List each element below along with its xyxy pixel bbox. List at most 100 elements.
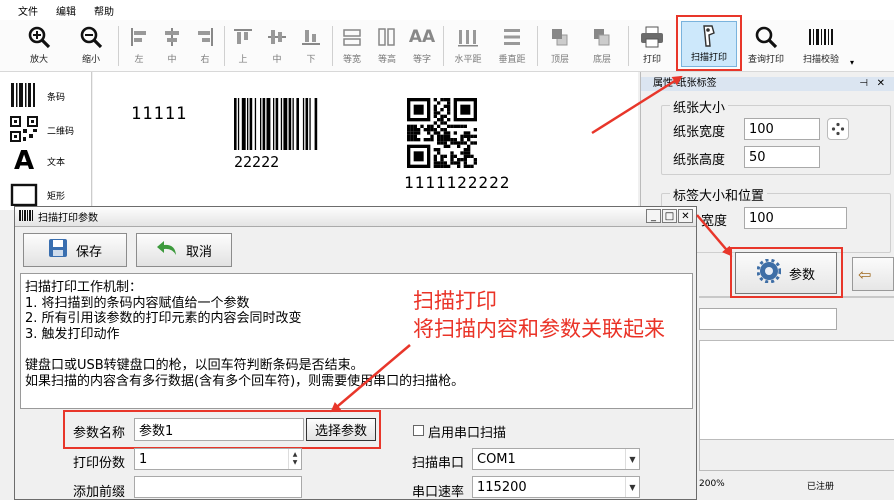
serial-port-select[interactable]: COM1 ▼ <box>472 448 640 470</box>
maximize-icon[interactable]: □ <box>662 209 677 223</box>
barcode-text: 22222 <box>234 153 280 171</box>
zoom-out-icon <box>79 22 103 52</box>
close-icon[interactable]: ✕ <box>877 77 885 91</box>
prefix-input[interactable] <box>134 476 302 498</box>
align-middle-button[interactable]: 中 <box>262 22 292 68</box>
canvas-qrcode-element[interactable] <box>407 98 477 171</box>
zoom-in-button[interactable]: 放大 <box>20 22 58 68</box>
equal-height-button[interactable]: 等高 <box>371 22 403 68</box>
toolbar-label: 中 <box>272 55 282 65</box>
align-center-button[interactable]: 中 <box>157 22 187 68</box>
annotation-title: 扫描打印 <box>413 289 497 313</box>
align-left-button[interactable]: 左 <box>124 22 154 68</box>
query-print-button[interactable]: 查询打印 <box>744 22 788 68</box>
barcode-verify-icon <box>808 22 834 52</box>
minimize-icon[interactable]: _ <box>646 209 661 223</box>
align-right-button[interactable]: 右 <box>190 22 220 68</box>
toolbar-separator <box>537 26 538 66</box>
annotation-subtitle: 将扫描内容和参数关联起来 <box>413 317 665 341</box>
menu-help[interactable]: 帮助 <box>94 3 114 18</box>
palette-text[interactable]: A 文本 <box>10 148 65 174</box>
toolbar-label: 上 <box>238 55 248 65</box>
bring-to-front-button[interactable]: 顶层 <box>542 22 578 68</box>
equal-font-button[interactable]: AA 等字 <box>406 22 438 68</box>
palette-barcode[interactable]: 条码 <box>10 82 65 111</box>
menu-file[interactable]: 文件 <box>18 3 38 18</box>
palette-rectangle[interactable]: 矩形 <box>10 182 65 209</box>
zoom-out-button[interactable]: 缩小 <box>72 22 110 68</box>
panel-field[interactable] <box>699 308 837 330</box>
scan-verify-button[interactable]: 扫描校验 <box>797 22 845 68</box>
move-icon[interactable] <box>827 118 849 140</box>
scan-print-highlight <box>676 15 742 71</box>
equal-width-button[interactable]: 等宽 <box>336 22 368 68</box>
exit-icon: ⇦ <box>858 264 872 284</box>
toolbar-label: 打印 <box>642 55 661 65</box>
barcode-icon <box>19 209 33 224</box>
vertical-spacing-button[interactable]: 垂直距 <box>492 22 532 68</box>
toolbar-separator <box>443 26 444 66</box>
status-bar: 200% 已注册 <box>699 470 894 500</box>
close-icon[interactable]: ✕ <box>678 209 693 223</box>
horizontal-spacing-icon <box>457 22 479 52</box>
toolbar-label: 顶层 <box>550 55 569 65</box>
toolbar-label: 放大 <box>29 55 48 65</box>
paper-height-input[interactable]: 50 <box>744 146 820 168</box>
barcode-icon <box>10 82 38 111</box>
serial-scan-label: 启用串口扫描 <box>428 426 507 441</box>
qrcode-icon <box>10 116 38 145</box>
panel-list[interactable] <box>699 340 894 440</box>
align-top-icon <box>233 22 253 52</box>
qrcode-graphic <box>407 98 477 168</box>
serial-port-value: COM1 <box>477 451 516 467</box>
save-button[interactable]: 保存 <box>23 233 127 267</box>
equal-height-icon <box>376 22 398 52</box>
paper-width-label: 纸张宽度 <box>673 125 726 140</box>
chevron-down-icon[interactable]: ▼ <box>625 477 639 497</box>
copies-label: 打印份数 <box>73 456 126 471</box>
canvas-barcode-element[interactable]: 22222 <box>234 98 342 171</box>
align-top-button[interactable]: 上 <box>228 22 258 68</box>
params-highlight <box>730 247 843 298</box>
palette-label: 条码 <box>47 93 66 103</box>
toolbar-separator <box>628 26 629 66</box>
description-line: 键盘口或USB转键盘口的枪，以回车符判断条码是否结束。 <box>25 357 364 373</box>
zoom-in-icon <box>27 22 51 52</box>
copies-value: 1 <box>139 451 148 467</box>
toolbar-overflow-icon[interactable]: ▾ <box>850 58 854 67</box>
paper-width-input[interactable]: 100 <box>744 118 820 140</box>
cancel-button[interactable]: 取消 <box>136 233 232 267</box>
exit-button[interactable]: ⇦ <box>852 257 894 291</box>
toolbar-label: 左 <box>134 55 144 65</box>
serial-scan-checkbox[interactable] <box>413 425 424 436</box>
horizontal-spacing-button[interactable]: 水平距 <box>449 22 487 68</box>
equal-font-icon: AA <box>408 27 436 47</box>
baud-rate-select[interactable]: 115200 ▼ <box>472 476 640 498</box>
copies-spinner[interactable]: 1 ▲ ▼ <box>134 448 302 470</box>
palette-qrcode[interactable]: 二维码 <box>10 116 74 145</box>
dialog-title: 扫描打印参数 <box>38 213 98 224</box>
vertical-spacing-icon <box>501 22 523 52</box>
chevron-down-icon[interactable]: ▼ <box>625 449 639 469</box>
qrcode-text: 1111122222 <box>404 173 511 192</box>
canvas-text-element[interactable]: 11111 <box>131 104 187 124</box>
label-canvas[interactable]: 11111 22222 1111122222 <box>93 72 638 210</box>
spinner-arrows-icon[interactable]: ▲ ▼ <box>288 449 301 469</box>
align-bottom-button[interactable]: 下 <box>296 22 326 68</box>
printer-icon <box>640 22 664 52</box>
zoom-level: 200% <box>699 479 725 489</box>
toolbar: 放大 缩小 左 中 右 上 中 下 等宽 等高 AA 等字 水平距 垂直距 顶层… <box>0 20 894 72</box>
palette-label: 文本 <box>47 157 66 168</box>
pin-icon[interactable]: ⊣ <box>859 77 868 91</box>
cancel-label: 取消 <box>185 244 212 260</box>
label-width-input[interactable]: 100 <box>744 207 847 229</box>
text-icon: A <box>13 146 35 176</box>
save-label: 保存 <box>75 244 102 260</box>
align-left-icon <box>129 22 149 52</box>
toolbar-separator <box>118 26 119 66</box>
send-to-back-button[interactable]: 底层 <box>584 22 620 68</box>
send-to-back-icon <box>591 22 613 52</box>
toolbar-label: 水平距 <box>454 55 482 65</box>
print-button[interactable]: 打印 <box>634 22 670 68</box>
menu-edit[interactable]: 编辑 <box>56 3 76 18</box>
